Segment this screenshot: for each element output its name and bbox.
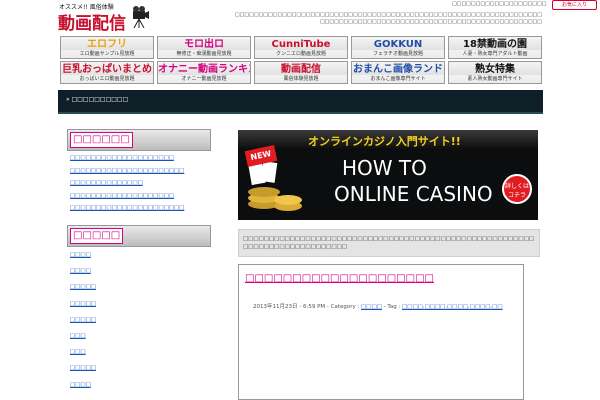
banner-subtitle: おっぱいエロ動画見放題 — [61, 75, 153, 83]
banner-grid: エロフリ エロ動画サンプル見放題 モロ出ロ 無修正・痴漢動画見放題 CunniTube ク… — [60, 36, 542, 86]
banner-subtitle: フェラチオ動画見放題 — [352, 50, 444, 58]
sidebar-link[interactable]: □□□□□□□□□□□□□□□□□□□□□□ — [70, 168, 184, 174]
site-logo[interactable]: オススメ!! 風俗体験 動画配信 — [58, 2, 150, 34]
article-category-link[interactable]: □□□□ — [361, 304, 382, 310]
breadcrumb[interactable]: » □□□□□□□□□□ — [66, 96, 128, 103]
banner-link[interactable]: おまんこ画像ランド おまんこ画像専門サイト — [351, 61, 445, 84]
casino-ad-line1: HOW TO — [342, 156, 427, 180]
banner-link[interactable]: 18禁動画の園 人妻・熟女専門アダルト動画 — [448, 36, 542, 59]
casino-ad-topbar: オンラインカジノ入門サイト!! — [238, 130, 538, 150]
sidebar-link[interactable]: □□□□□ — [70, 284, 96, 290]
banner-link[interactable]: 熟女特集 素人熟女動画専門サイト — [448, 61, 542, 84]
sidebar-link[interactable]: □□□□ — [70, 382, 91, 388]
site-description: □□□□□□□□□□□□□□□□□□□□□□□□□□□□□□□□□□□□□□□□… — [234, 12, 542, 25]
banner-link[interactable]: オナニー動画ランキングオナニー動画見放題 — [157, 61, 251, 84]
casino-ad-banner[interactable]: オンラインカジノ入門サイト!! NEW HOW TO ONLINE CASINO… — [238, 130, 538, 220]
banner-subtitle: 人妻・熟女専門アダルト動画 — [449, 50, 541, 58]
banner-link[interactable]: 巨乳おっぱいまとめ おっぱいエロ動画見放題 — [60, 61, 154, 84]
sidebar-heading-label: □□□□□□ — [70, 132, 133, 148]
sidebar-link[interactable]: □□□□□□□□□□□□□□ — [70, 180, 143, 186]
logo-title: 動画配信 — [58, 14, 126, 34]
sidebar-link[interactable]: □□□□□□□□□□□□□□□□□□□□ — [70, 155, 174, 161]
nav-bar: » □□□□□□□□□□ — [58, 90, 543, 114]
sidebar-link[interactable]: □□□ — [70, 349, 86, 355]
page: オススメ!! 風俗体験 動画配信 □□□□□□□□□□□□□□□□□□□□ □□… — [0, 0, 600, 400]
banner-subtitle: オナニー動画見放題 — [158, 75, 250, 83]
banner-link[interactable]: エロフリ エロ動画サンプル見放題 — [60, 36, 154, 59]
article-title-link[interactable]: □□□□□□□□□□□□□□□□□□□□ — [245, 273, 434, 284]
sidebar-link[interactable]: □□□□□ — [70, 301, 96, 307]
info-notice: □□□□□□□□□□□□□□□□□□□□□□□□□□□□□□□□□□□□□□□□… — [238, 229, 540, 257]
sidebar-link[interactable]: □□□□□□□□□□□□□□□□□□□□□□ — [70, 205, 184, 211]
sidebar-link[interactable]: □□□□□□□□□□□□□□□□□□□□ — [70, 193, 174, 199]
banner-link[interactable]: GOKKUN フェラチオ動画見放題 — [351, 36, 445, 59]
casino-ad-cta-button[interactable]: 詳しくはコチラ — [502, 174, 532, 204]
site-tagline: □□□□□□□□□□□□□□□□□□□□ — [452, 1, 547, 7]
article-meta: 2013年11月23日 - 6:59 PM - Category : □□□□ … — [253, 302, 503, 310]
article-tag-label: - Tag : — [383, 304, 401, 310]
banner-link[interactable]: CunniTube クンニエロ動画見放題 — [254, 36, 348, 59]
sidebar-link[interactable]: □□□□ — [70, 252, 91, 258]
banner-subtitle: 素人熟女動画専門サイト — [449, 75, 541, 83]
sidebar-heading-category: □□□□□ — [67, 225, 211, 247]
sidebar-link[interactable]: □□□□□ — [70, 317, 96, 323]
sidebar-heading-label: □□□□□ — [70, 228, 124, 244]
casino-chips-icon — [248, 161, 302, 211]
banner-link[interactable]: モロ出ロ 無修正・痴漢動画見放題 — [157, 36, 251, 59]
sidebar-link[interactable]: □□□□□ — [70, 365, 96, 371]
banner-subtitle: 風俗体験見放題 — [255, 75, 347, 83]
casino-ad-headline: オンラインカジノ入門サイト!! — [308, 135, 461, 148]
article-tags-link[interactable]: □□□□,□□□□,□□□□,□□□□,□□ — [402, 304, 503, 310]
article-card: □□□□□□□□□□□□□□□□□□□□ 2013年11月23日 - 6:59 … — [238, 264, 524, 400]
banner-subtitle: エロ動画サンプル見放題 — [61, 50, 153, 58]
banner-subtitle: クンニエロ動画見放題 — [255, 50, 347, 58]
bookmark-button[interactable]: お気に入り — [552, 0, 597, 10]
banner-subtitle: おまんこ画像専門サイト — [352, 75, 444, 83]
sidebar-link[interactable]: □□□ — [70, 333, 86, 339]
banner-subtitle: 無修正・痴漢動画見放題 — [158, 50, 250, 58]
banner-link[interactable]: 動画配信 風俗体験見放題 — [254, 61, 348, 84]
casino-ad-line2: ONLINE CASINO — [334, 182, 493, 206]
video-camera-icon — [133, 6, 149, 29]
sidebar-heading-recent: □□□□□□ — [67, 129, 211, 151]
sidebar-link[interactable]: □□□□ — [70, 268, 91, 274]
article-date: 2013年11月23日 - 6:59 PM - Category : — [253, 304, 360, 310]
